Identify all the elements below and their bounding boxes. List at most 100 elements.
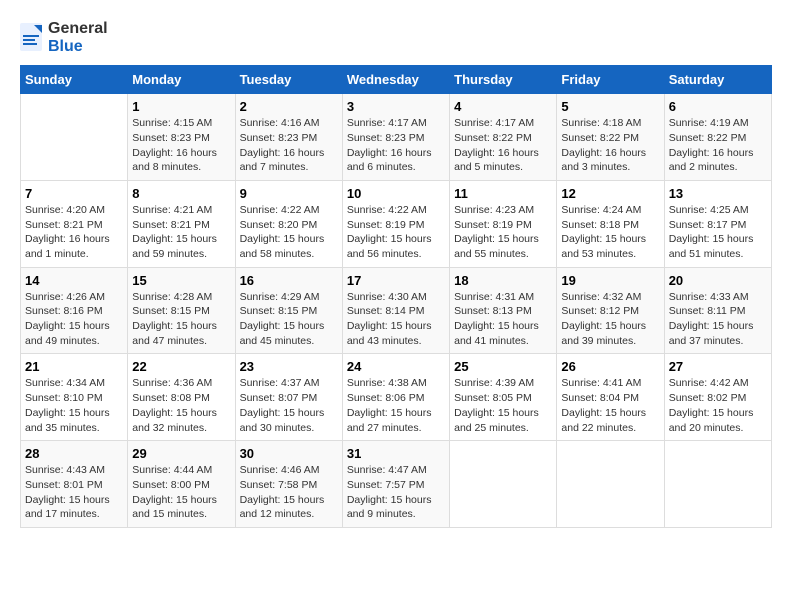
calendar-cell: 30Sunrise: 4:46 AMSunset: 7:58 PMDayligh… [235, 441, 342, 528]
calendar-cell: 22 Sunrise: 4:36 AMSunset: 8:08 PMDayligh… [128, 354, 235, 441]
day-number: 12 [561, 186, 659, 201]
day-info: Sunrise: 4:32 AMSunset: 8:12 PMDaylight:… [561, 290, 659, 349]
calendar-cell: 26Sunrise: 4:41 AMSunset: 8:04 PMDayligh… [557, 354, 664, 441]
day-number: 11 [454, 186, 552, 201]
calendar-cell: 11 Sunrise: 4:23 AMSunset: 8:19 PMDayligh… [450, 180, 557, 267]
calendar-cell: 31 Sunrise: 4:47 AMSunset: 7:57 PMDayligh… [342, 441, 449, 528]
calendar-header-row: SundayMondayTuesdayWednesdayThursdayFrid… [21, 66, 772, 94]
calendar-cell: 13 Sunrise: 4:25 AMSunset: 8:17 PMDayligh… [664, 180, 771, 267]
day-number: 19 [561, 273, 659, 288]
day-info: Sunrise: 4:47 AMSunset: 7:57 PMDaylight:… [347, 463, 445, 522]
header-saturday: Saturday [664, 66, 771, 94]
day-number: 10 [347, 186, 445, 201]
calendar-cell: 25 Sunrise: 4:39 AMSunset: 8:05 PMDayligh… [450, 354, 557, 441]
day-info: Sunrise: 4:26 AMSunset: 8:16 PMDaylight:… [25, 290, 123, 349]
day-number: 29 [132, 446, 230, 461]
day-number: 31 [347, 446, 445, 461]
day-number: 5 [561, 99, 659, 114]
day-info: Sunrise: 4:30 AMSunset: 8:14 PMDaylight:… [347, 290, 445, 349]
calendar-cell: 1Sunrise: 4:15 AMSunset: 8:23 PMDaylight… [128, 94, 235, 181]
day-number: 21 [25, 359, 123, 374]
calendar-cell: 9 Sunrise: 4:22 AMSunset: 8:20 PMDaylight… [235, 180, 342, 267]
logo-text-blue: Blue [48, 38, 108, 56]
day-number: 13 [669, 186, 767, 201]
day-info: Sunrise: 4:31 AMSunset: 8:13 PMDaylight:… [454, 290, 552, 349]
day-number: 14 [25, 273, 123, 288]
day-number: 22 [132, 359, 230, 374]
calendar-cell: 2Sunrise: 4:16 AMSunset: 8:23 PMDaylight… [235, 94, 342, 181]
calendar-cell [664, 441, 771, 528]
calendar-cell: 18 Sunrise: 4:31 AMSunset: 8:13 PMDayligh… [450, 267, 557, 354]
calendar-cell: 5 Sunrise: 4:18 AMSunset: 8:22 PMDaylight… [557, 94, 664, 181]
header-thursday: Thursday [450, 66, 557, 94]
calendar-cell: 7 Sunrise: 4:20 AMSunset: 8:21 PMDaylight… [21, 180, 128, 267]
calendar-cell: 27Sunrise: 4:42 AMSunset: 8:02 PMDayligh… [664, 354, 771, 441]
day-info: Sunrise: 4:29 AMSunset: 8:15 PMDaylight:… [240, 290, 338, 349]
calendar-cell: 14 Sunrise: 4:26 AMSunset: 8:16 PMDayligh… [21, 267, 128, 354]
day-info: Sunrise: 4:18 AMSunset: 8:22 PMDaylight:… [561, 116, 659, 175]
day-info: Sunrise: 4:16 AMSunset: 8:23 PMDaylight:… [240, 116, 338, 175]
calendar-cell: 17Sunrise: 4:30 AMSunset: 8:14 PMDayligh… [342, 267, 449, 354]
day-info: Sunrise: 4:17 AMSunset: 8:22 PMDaylight:… [454, 116, 552, 175]
header-sunday: Sunday [21, 66, 128, 94]
calendar-cell: 20 Sunrise: 4:33 AMSunset: 8:11 PMDayligh… [664, 267, 771, 354]
day-number: 20 [669, 273, 767, 288]
calendar-cell: 16 Sunrise: 4:29 AMSunset: 8:15 PMDayligh… [235, 267, 342, 354]
day-info: Sunrise: 4:46 AMSunset: 7:58 PMDaylight:… [240, 463, 338, 522]
day-info: Sunrise: 4:21 AMSunset: 8:21 PMDaylight:… [132, 203, 230, 262]
calendar-cell: 29 Sunrise: 4:44 AMSunset: 8:00 PMDayligh… [128, 441, 235, 528]
calendar-week-row: 21 Sunrise: 4:34 AMSunset: 8:10 PMDayligh… [21, 354, 772, 441]
day-info: Sunrise: 4:24 AMSunset: 8:18 PMDaylight:… [561, 203, 659, 262]
page-header: General Blue [20, 20, 772, 55]
calendar-week-row: 28 Sunrise: 4:43 AMSunset: 8:01 PMDayligh… [21, 441, 772, 528]
calendar-cell [557, 441, 664, 528]
day-number: 9 [240, 186, 338, 201]
day-number: 15 [132, 273, 230, 288]
day-number: 16 [240, 273, 338, 288]
day-number: 7 [25, 186, 123, 201]
day-info: Sunrise: 4:36 AMSunset: 8:08 PMDaylight:… [132, 376, 230, 435]
day-info: Sunrise: 4:22 AMSunset: 8:20 PMDaylight:… [240, 203, 338, 262]
day-number: 27 [669, 359, 767, 374]
day-number: 8 [132, 186, 230, 201]
calendar-cell: 8 Sunrise: 4:21 AMSunset: 8:21 PMDaylight… [128, 180, 235, 267]
day-number: 3 [347, 99, 445, 114]
header-monday: Monday [128, 66, 235, 94]
day-info: Sunrise: 4:34 AMSunset: 8:10 PMDaylight:… [25, 376, 123, 435]
calendar-cell: 6Sunrise: 4:19 AMSunset: 8:22 PMDaylight… [664, 94, 771, 181]
calendar-table: SundayMondayTuesdayWednesdayThursdayFrid… [20, 65, 772, 528]
day-info: Sunrise: 4:37 AMSunset: 8:07 PMDaylight:… [240, 376, 338, 435]
logo: General Blue [20, 20, 108, 55]
calendar-cell: 19 Sunrise: 4:32 AMSunset: 8:12 PMDayligh… [557, 267, 664, 354]
day-info: Sunrise: 4:43 AMSunset: 8:01 PMDaylight:… [25, 463, 123, 522]
calendar-week-row: 7 Sunrise: 4:20 AMSunset: 8:21 PMDaylight… [21, 180, 772, 267]
day-info: Sunrise: 4:39 AMSunset: 8:05 PMDaylight:… [454, 376, 552, 435]
calendar-cell: 4 Sunrise: 4:17 AMSunset: 8:22 PMDaylight… [450, 94, 557, 181]
day-number: 25 [454, 359, 552, 374]
calendar-cell: 15Sunrise: 4:28 AMSunset: 8:15 PMDayligh… [128, 267, 235, 354]
calendar-cell: 10 Sunrise: 4:22 AMSunset: 8:19 PMDayligh… [342, 180, 449, 267]
logo-text-general: General [48, 20, 108, 38]
logo-shape-icon [20, 23, 44, 53]
calendar-cell: 23 Sunrise: 4:37 AMSunset: 8:07 PMDayligh… [235, 354, 342, 441]
header-wednesday: Wednesday [342, 66, 449, 94]
calendar-cell [450, 441, 557, 528]
calendar-week-row: 14 Sunrise: 4:26 AMSunset: 8:16 PMDayligh… [21, 267, 772, 354]
day-info: Sunrise: 4:23 AMSunset: 8:19 PMDaylight:… [454, 203, 552, 262]
day-info: Sunrise: 4:22 AMSunset: 8:19 PMDaylight:… [347, 203, 445, 262]
calendar-week-row: 1Sunrise: 4:15 AMSunset: 8:23 PMDaylight… [21, 94, 772, 181]
day-info: Sunrise: 4:44 AMSunset: 8:00 PMDaylight:… [132, 463, 230, 522]
day-info: Sunrise: 4:25 AMSunset: 8:17 PMDaylight:… [669, 203, 767, 262]
day-number: 28 [25, 446, 123, 461]
day-number: 23 [240, 359, 338, 374]
day-info: Sunrise: 4:33 AMSunset: 8:11 PMDaylight:… [669, 290, 767, 349]
day-number: 18 [454, 273, 552, 288]
calendar-cell: 12 Sunrise: 4:24 AMSunset: 8:18 PMDayligh… [557, 180, 664, 267]
day-number: 4 [454, 99, 552, 114]
day-number: 26 [561, 359, 659, 374]
header-friday: Friday [557, 66, 664, 94]
day-info: Sunrise: 4:20 AMSunset: 8:21 PMDaylight:… [25, 203, 123, 262]
day-number: 6 [669, 99, 767, 114]
calendar-cell [21, 94, 128, 181]
day-number: 1 [132, 99, 230, 114]
